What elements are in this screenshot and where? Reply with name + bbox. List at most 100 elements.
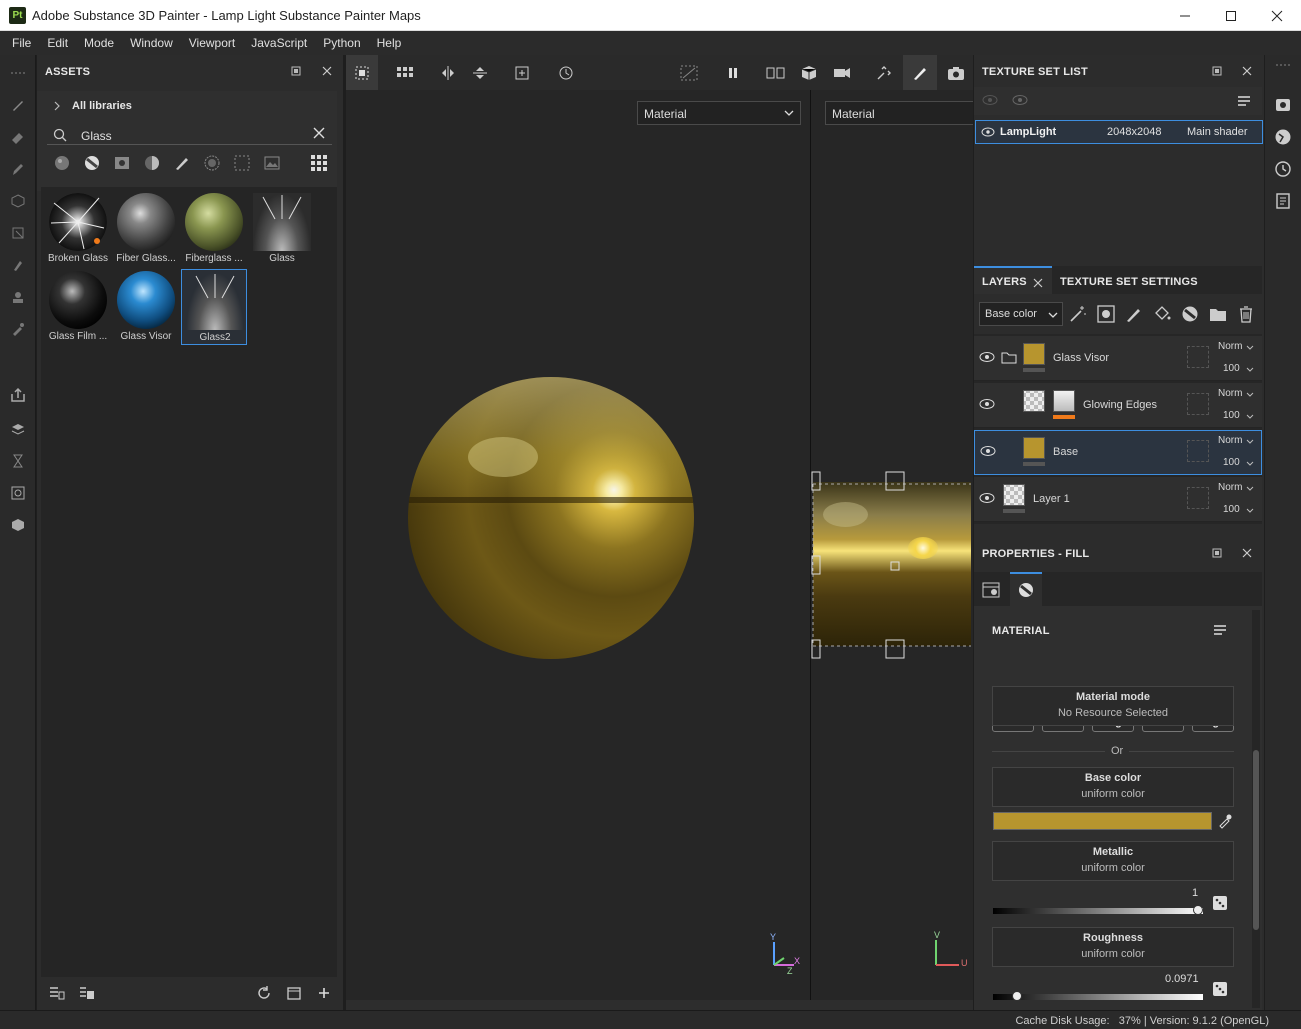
roughness-slot[interactable]: Roughness uniform color [992,927,1234,967]
inspect-button[interactable] [8,483,28,503]
screenshot-button[interactable] [946,63,966,83]
menu-icon[interactable] [1237,95,1251,107]
filter-alphas-button[interactable] [234,155,250,171]
asset-tile[interactable]: Broken Glass [45,191,111,267]
timeline-button[interactable] [8,451,28,471]
delete-layer-button[interactable] [1237,305,1255,323]
menu-mode[interactable]: Mode [76,31,122,55]
undock-button[interactable] [1211,65,1223,77]
view-grid-button[interactable] [310,154,328,172]
close-window-button[interactable] [1254,0,1300,31]
viewport-scrollbar[interactable] [346,1000,973,1010]
maximize-button[interactable] [1208,0,1254,31]
split-view-button[interactable] [766,63,786,83]
roughness-slider[interactable] [993,991,1203,1001]
log-button[interactable] [1274,192,1292,210]
breadcrumb[interactable]: All libraries [72,100,132,112]
filter-smart-materials-button[interactable] [84,155,100,171]
asset-tile[interactable]: Fiber Glass... [113,191,179,267]
viewport-3d[interactable]: Material Y X Z [346,90,810,1000]
viewport-2d[interactable]: Material V U [811,90,973,1000]
add-effect-button[interactable] [1069,305,1087,323]
layer-opacity[interactable]: 100 [1223,410,1240,421]
base-color-swatch[interactable] [993,812,1212,830]
eye-icon[interactable] [1012,94,1028,106]
smudge-tool-button[interactable] [8,255,28,275]
blend-mode[interactable]: Norm [1218,341,1242,352]
metallic-value[interactable]: 1 [1192,887,1198,899]
history-button[interactable] [1274,160,1292,178]
random-seed-button[interactable] [1212,981,1228,997]
layer-opacity[interactable]: 100 [1223,457,1240,468]
camera-button[interactable] [832,63,852,83]
scrollbar-thumb[interactable] [1253,750,1259,930]
add-paint-layer-button[interactable] [1125,305,1143,323]
projection-tool-button[interactable] [8,159,28,179]
filter-brushes-button[interactable] [174,155,190,171]
blend-mode[interactable]: Norm [1218,388,1242,399]
symmetry-y-button[interactable] [470,63,490,83]
close-panel-button[interactable] [1241,547,1253,559]
channel-dropdown[interactable]: Base color [979,302,1063,326]
layer-name[interactable]: Glass Visor [1053,352,1109,364]
filter-textures-button[interactable] [204,155,220,171]
import-button[interactable] [49,985,65,1001]
properties-scrollbar[interactable] [1252,610,1260,1008]
layer-row-selected[interactable]: Base Norm 100 [974,430,1262,475]
selection-mode-button[interactable] [352,63,372,83]
eraser-tool-button[interactable] [8,127,28,147]
slider-knob[interactable] [1193,905,1203,915]
search-input[interactable]: Glass [81,129,112,143]
bake-button[interactable] [8,419,28,439]
expand-chevron-icon[interactable] [53,101,61,111]
metallic-slot[interactable]: Metallic uniform color [992,841,1234,881]
asset-tile[interactable]: Glass Visor [113,269,179,345]
layer-name[interactable]: Layer 1 [1033,493,1070,505]
clone-tool-button[interactable] [8,287,28,307]
color-picker-button[interactable] [8,319,28,339]
menu-javascript[interactable]: JavaScript [243,31,315,55]
asset-tile[interactable]: Glass Film ... [45,269,111,345]
layout-button[interactable] [395,63,415,83]
new-folder-button[interactable] [286,985,302,1001]
add-fill-layer-button[interactable] [1153,305,1171,323]
hide-button[interactable] [679,63,699,83]
color-picker-button[interactable] [1217,813,1233,829]
layer-name[interactable]: Glowing Edges [1083,399,1157,411]
base-color-slot[interactable]: Base color uniform color [992,767,1234,807]
menu-file[interactable]: File [4,31,39,55]
reset-view-button[interactable] [556,63,576,83]
asset-tile-selected[interactable]: Glass2 [181,269,247,345]
hide-icon[interactable] [982,94,998,106]
add-mask-button[interactable] [1097,305,1115,323]
clear-search-button[interactable] [312,126,326,140]
metallic-slider[interactable] [993,905,1203,915]
uv-transform-handles[interactable] [811,470,973,660]
display-mode-button[interactable] [799,63,819,83]
menu-window[interactable]: Window [122,31,181,55]
menu-help[interactable]: Help [369,31,410,55]
post-effects-button[interactable] [874,63,894,83]
tab-material[interactable] [1010,572,1042,606]
blend-mode[interactable]: Norm [1218,435,1242,446]
layer-opacity[interactable]: 100 [1223,504,1240,515]
menu-edit[interactable]: Edit [39,31,76,55]
layer-row[interactable]: Layer 1 Norm 100 [974,477,1262,522]
export-button[interactable] [8,385,28,405]
blend-mode[interactable]: Norm [1218,482,1242,493]
layer-name[interactable]: Base [1053,446,1078,458]
tab-layers[interactable]: LAYERS [974,266,1052,294]
refresh-button[interactable] [256,985,272,1001]
filter-masks-button[interactable] [114,155,130,171]
texture-set-row[interactable]: LampLight 2048x2048 Main shader [975,120,1263,144]
asset-tile[interactable]: Glass [249,191,315,267]
material-mode-slot[interactable]: Material mode No Resource Selected [992,686,1234,726]
minimize-button[interactable] [1162,0,1208,31]
close-panel-button[interactable] [321,65,333,77]
shelf-button[interactable] [8,515,28,535]
add-smart-material-button[interactable] [1181,305,1199,323]
paint-mode-button[interactable] [910,63,930,83]
layer-row[interactable]: Glowing Edges Norm 100 [974,383,1262,428]
viewport-3d-channel-dropdown[interactable]: Material [637,101,801,125]
pause-button[interactable] [723,63,743,83]
